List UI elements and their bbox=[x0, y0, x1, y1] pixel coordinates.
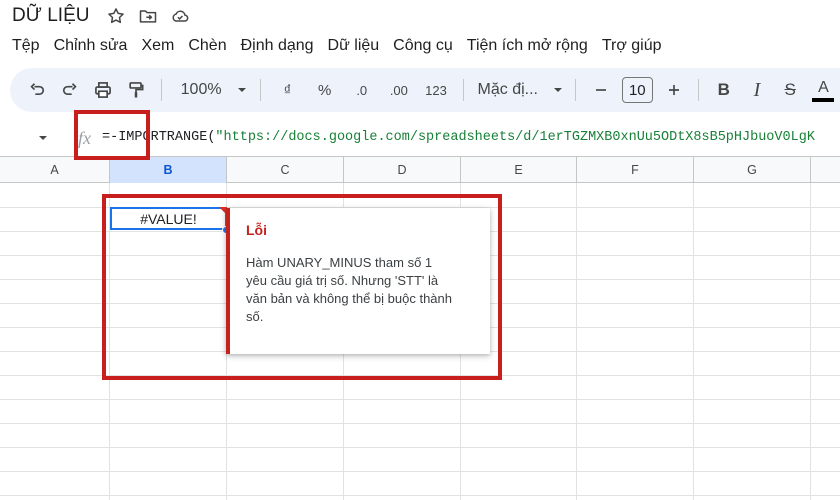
column-header-d[interactable]: D bbox=[344, 157, 461, 183]
toolbar-divider bbox=[698, 79, 700, 101]
grid-line bbox=[0, 399, 840, 400]
text-color-button[interactable]: A bbox=[807, 75, 840, 105]
text-color-swatch bbox=[812, 97, 835, 102]
chevron-down-icon[interactable] bbox=[38, 133, 48, 143]
menu-file[interactable]: Tệp bbox=[12, 37, 40, 55]
grid-line bbox=[0, 423, 840, 424]
menu-format[interactable]: Định dạng bbox=[241, 37, 314, 55]
increase-decimal-button[interactable]: .00 bbox=[380, 75, 417, 105]
column-header-a[interactable]: A bbox=[0, 157, 110, 183]
formula-input[interactable]: =-IMPORTRANGE("https://docs.google.com/s… bbox=[102, 130, 815, 145]
formula-url-string: "https://docs.google.com/spreadsheets/d/… bbox=[215, 130, 815, 145]
font-size-input[interactable]: 10 bbox=[621, 77, 653, 103]
column-header-c[interactable]: C bbox=[227, 157, 344, 183]
currency-format-button[interactable]: ₫ bbox=[269, 75, 306, 105]
italic-button[interactable]: I bbox=[740, 75, 773, 105]
bold-button[interactable]: B bbox=[707, 75, 740, 105]
grid-line bbox=[0, 495, 840, 496]
decrease-decimal-button[interactable]: .0 bbox=[343, 75, 380, 105]
menu-insert[interactable]: Chèn bbox=[188, 37, 226, 55]
plus-icon[interactable] bbox=[657, 75, 690, 105]
menu-tools[interactable]: Công cụ bbox=[393, 37, 453, 55]
chevron-down-icon[interactable] bbox=[548, 75, 568, 105]
menu-data[interactable]: Dữ liệu bbox=[328, 37, 380, 55]
move-to-folder-icon[interactable] bbox=[137, 5, 159, 27]
toolbar-divider bbox=[462, 79, 464, 101]
chevron-down-icon[interactable] bbox=[232, 75, 252, 105]
undo-icon[interactable] bbox=[20, 75, 53, 105]
column-header-partial[interactable] bbox=[811, 157, 840, 183]
menu-extensions[interactable]: Tiện ích mở rộng bbox=[467, 37, 588, 55]
menu-help[interactable]: Trợ giúp bbox=[602, 37, 662, 55]
toolbar-divider bbox=[160, 79, 162, 101]
star-icon[interactable] bbox=[105, 5, 127, 27]
document-title[interactable]: DỮ LIỆU bbox=[12, 5, 89, 27]
column-header-f[interactable]: F bbox=[577, 157, 694, 183]
highlight-box-error bbox=[102, 194, 502, 380]
font-family-select[interactable]: Mặc đị... bbox=[472, 75, 548, 105]
paint-format-icon[interactable] bbox=[120, 75, 153, 105]
toolbar-divider bbox=[575, 79, 577, 101]
zoom-select[interactable]: 100% bbox=[170, 75, 233, 105]
menu-bar: Tệp Chỉnh sửa Xem Chèn Định dạng Dữ liệu… bbox=[0, 32, 840, 60]
toolbar-divider bbox=[259, 79, 261, 101]
column-headers: A B C D E F G bbox=[0, 157, 840, 183]
percent-format-button[interactable]: % bbox=[306, 75, 343, 105]
strikethrough-button[interactable]: S bbox=[774, 75, 807, 105]
column-header-e[interactable]: E bbox=[461, 157, 577, 183]
text-color-label: A bbox=[818, 78, 829, 96]
print-icon[interactable] bbox=[86, 75, 119, 105]
grid-line bbox=[0, 447, 840, 448]
minus-icon[interactable] bbox=[584, 75, 617, 105]
toolbar: 100% ₫ % .0 .00 123 Mặc đị... 10 B I S A bbox=[10, 68, 840, 112]
column-header-b[interactable]: B bbox=[110, 157, 227, 183]
grid-line bbox=[0, 471, 840, 472]
title-row: DỮ LIỆU bbox=[0, 0, 840, 32]
menu-edit[interactable]: Chỉnh sửa bbox=[54, 37, 128, 55]
cloud-saved-icon[interactable] bbox=[169, 5, 191, 27]
redo-icon[interactable] bbox=[53, 75, 86, 105]
menu-view[interactable]: Xem bbox=[141, 37, 174, 55]
column-header-g[interactable]: G bbox=[694, 157, 811, 183]
number-format-button[interactable]: 123 bbox=[417, 75, 454, 105]
highlight-box-formula bbox=[74, 110, 150, 160]
